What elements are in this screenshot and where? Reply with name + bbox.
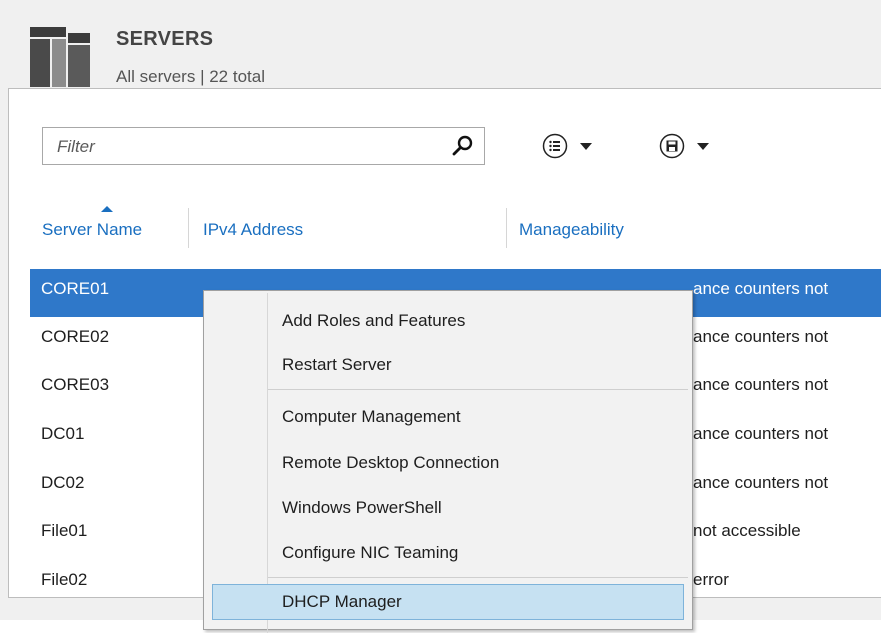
chevron-down-icon [697,142,709,150]
manageability-cell: ance counters not [693,424,829,443]
menu-item-restart-server[interactable]: Restart Server [268,347,688,383]
manageability-cell: ance counters not [693,473,829,492]
menu-item-add-roles[interactable]: Add Roles and Features [268,303,688,339]
servers-header: SERVERS All servers | 22 total [8,8,881,92]
column-divider[interactable] [506,208,507,248]
search-icon[interactable] [451,134,475,158]
servers-tile-icon [30,27,90,87]
menu-item-powershell[interactable]: Windows PowerShell [268,490,688,526]
window-frame-top [0,0,881,8]
column-header-manageability[interactable]: Manageability [519,220,624,240]
menu-item-nic-teaming[interactable]: Configure NIC Teaming [268,535,688,571]
menu-item-computer-management[interactable]: Computer Management [268,399,688,435]
filter-box [42,127,485,165]
list-options-icon [542,133,568,159]
save-query-button[interactable] [659,132,709,160]
server-name-cell: CORE03 [41,375,110,394]
server-name-cell: DC01 [41,424,85,443]
manageability-cell: not accessible [693,521,801,540]
menu-separator [268,577,688,578]
sort-ascending-icon [101,206,113,212]
manageability-cell: ance counters not [693,279,829,298]
server-name-cell: CORE01 [41,279,110,298]
chevron-down-icon [580,142,592,150]
manageability-cell: error [693,570,729,589]
window-frame-left [0,0,8,620]
server-name-cell: CORE02 [41,327,110,346]
server-name-cell: DC02 [41,473,85,492]
server-name-cell: File01 [41,521,88,540]
menu-item-remote-desktop[interactable]: Remote Desktop Connection [268,445,688,481]
manageability-cell: ance counters not [693,375,829,394]
manageability-cell: ance counters not [693,327,829,346]
column-header-ipv4[interactable]: IPv4 Address [203,220,303,240]
filter-input[interactable] [55,135,449,159]
page-subtitle: All servers | 22 total [116,67,265,86]
page-title: SERVERS [116,28,214,50]
menu-item-dhcp-manager[interactable]: DHCP Manager [212,584,684,620]
view-options-button[interactable] [542,132,592,160]
server-name-cell: File02 [41,570,88,589]
menu-separator [268,389,688,390]
column-header-server-name[interactable]: Server Name [42,220,142,240]
context-menu: Add Roles and Features Restart Server Co… [203,290,693,633]
column-divider[interactable] [188,208,189,248]
save-icon [659,133,685,159]
